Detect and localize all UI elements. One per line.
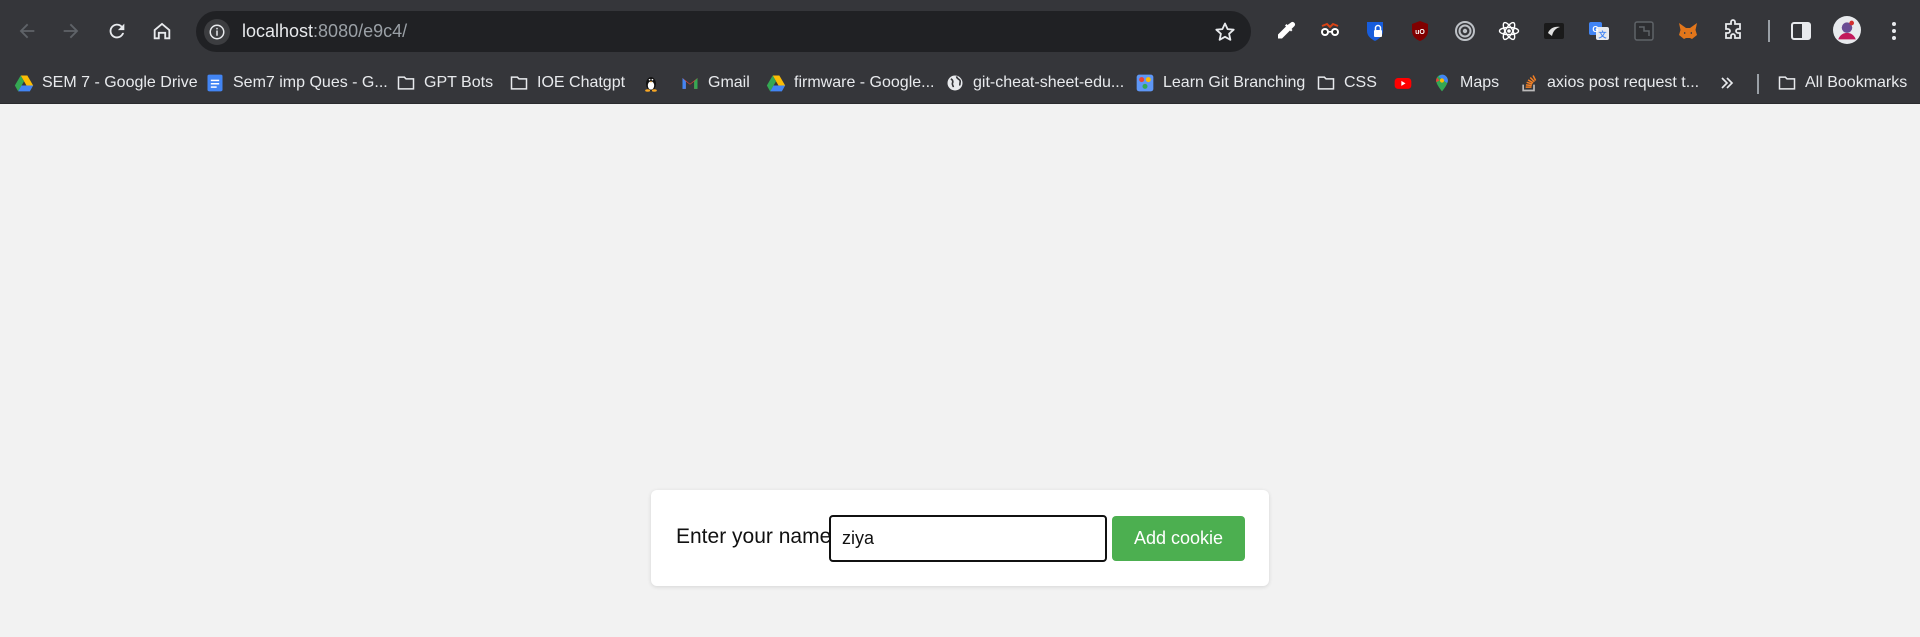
bookmark-axios-post-request[interactable]: axios post request t... — [1519, 70, 1699, 96]
bitwarden-icon — [1367, 22, 1383, 41]
bookmark-label: IOE Chatgpt — [537, 74, 626, 91]
arrow-left-icon — [19, 23, 35, 39]
address-url[interactable]: localhost:8080/e9c4/ — [242, 21, 407, 42]
google-drive-icon — [766, 73, 786, 93]
bookmark-learn-git-branching[interactable]: Learn Git Branching — [1135, 70, 1305, 96]
extensions-menu-button[interactable] — [1719, 17, 1747, 45]
all-bookmarks-button[interactable]: All Bookmarks — [1777, 70, 1907, 96]
svg-text:文: 文 — [1599, 30, 1608, 40]
reload-icon — [109, 23, 125, 39]
stackoverflow-icon — [1519, 73, 1539, 93]
bookmark-label: SEM 7 - Google Drive — [42, 74, 198, 91]
browser-toolbar: localhost:8080/e9c4/ uO G文 — [0, 0, 1920, 63]
translate-icon: G文 — [1589, 22, 1609, 40]
bookmark-label: Maps — [1460, 74, 1500, 91]
bookmark-label: Learn Git Branching — [1163, 74, 1306, 91]
side-panel-icon — [1791, 22, 1811, 40]
side-panel-button[interactable] — [1787, 17, 1815, 45]
extension-bitwarden[interactable] — [1361, 17, 1389, 45]
info-icon — [209, 24, 225, 40]
extensions-puzzle-icon — [1725, 19, 1741, 39]
all-bookmarks-label: All Bookmarks — [1805, 74, 1908, 91]
git-branching-icon — [1135, 73, 1155, 93]
extension-metamask[interactable] — [1674, 17, 1702, 45]
chevron-double-right-icon — [1717, 73, 1737, 93]
bookmark-label: CSS — [1344, 74, 1377, 91]
kebab-menu-icon — [1892, 22, 1896, 40]
address-bar[interactable]: localhost:8080/e9c4/ — [196, 11, 1251, 52]
name-input[interactable] — [829, 515, 1107, 562]
forward-button[interactable] — [53, 13, 89, 49]
bookmark-label: axios post request t... — [1547, 74, 1700, 91]
bookmark-sem7-drive[interactable]: SEM 7 - Google Drive — [14, 70, 198, 96]
site-info-button[interactable] — [204, 19, 230, 45]
extension-ublock[interactable]: uO — [1406, 17, 1434, 45]
toolbar-divider — [1768, 20, 1770, 42]
extension-react-devtools[interactable] — [1495, 17, 1523, 45]
extension-translate[interactable]: G文 — [1585, 17, 1613, 45]
bookmark-youtube[interactable] — [1393, 70, 1421, 96]
glasses-icon — [1321, 22, 1339, 36]
back-button[interactable] — [9, 13, 45, 49]
react-icon — [1498, 21, 1520, 41]
profile-button[interactable] — [1833, 16, 1861, 44]
star-icon[interactable] — [1213, 20, 1237, 44]
bookmarks-divider — [1757, 74, 1759, 94]
bookmark-label: git-cheat-sheet-edu... — [973, 74, 1125, 91]
bookmark-folder-css[interactable]: CSS — [1316, 70, 1377, 96]
home-button[interactable] — [144, 13, 180, 49]
gmail-icon — [680, 73, 700, 93]
globe-icon — [945, 73, 965, 93]
bookmark-label: Gmail — [708, 74, 750, 91]
reload-button[interactable] — [99, 13, 135, 49]
bookmarks-bar: SEM 7 - Google Drive Sem7 imp Ques - G..… — [0, 63, 1920, 104]
arrow-right-icon — [63, 23, 79, 39]
bookmark-firmware-drive[interactable]: firmware - Google... — [766, 70, 934, 96]
extension-glasses[interactable] — [1316, 17, 1344, 45]
google-drive-icon — [14, 73, 34, 93]
bookmark-folder-gpt-bots[interactable]: GPT Bots — [396, 70, 493, 96]
home-icon — [153, 22, 171, 40]
bookmark-sem7-imp-ques[interactable]: Sem7 imp Ques - G... — [205, 70, 388, 96]
google-docs-icon — [205, 73, 225, 93]
folder-icon — [1777, 73, 1797, 93]
bookmark-gmail[interactable]: Gmail — [680, 70, 750, 96]
dark-mode-icon — [1544, 23, 1564, 39]
extension-eyedropper[interactable] — [1271, 17, 1299, 45]
extension-target[interactable] — [1451, 17, 1479, 45]
add-cookie-button[interactable]: Add cookie — [1112, 516, 1245, 561]
folder-icon — [396, 73, 416, 93]
metamask-icon — [1679, 23, 1697, 39]
bookmark-maps[interactable]: Maps — [1432, 70, 1499, 96]
url-path: :8080/e9c4/ — [313, 21, 408, 41]
eyedropper-icon — [1278, 22, 1295, 39]
target-icon — [1455, 21, 1475, 41]
extension-dark-mode[interactable] — [1540, 17, 1568, 45]
bookmark-git-cheat-sheet[interactable]: git-cheat-sheet-edu... — [945, 70, 1124, 96]
cookie-form-card: Enter your name: Add cookie — [651, 490, 1269, 586]
linux-penguin-icon — [641, 73, 661, 93]
bookmark-label: firmware - Google... — [794, 74, 935, 91]
bookmark-label: Sem7 imp Ques - G... — [233, 74, 388, 91]
ublock-icon: uO — [1412, 21, 1428, 41]
extension-puzzle-box[interactable] — [1630, 17, 1658, 45]
bookmark-linux[interactable] — [641, 70, 669, 96]
puzzle-box-icon — [1634, 21, 1654, 41]
youtube-icon — [1393, 73, 1413, 93]
bookmark-label: GPT Bots — [424, 74, 494, 91]
url-host: localhost — [242, 21, 314, 41]
name-label: Enter your name: — [676, 525, 838, 548]
svg-text:uO: uO — [1415, 29, 1425, 36]
browser-menu-button[interactable] — [1880, 17, 1908, 45]
bookmark-folder-ioe-chatgpt[interactable]: IOE Chatgpt — [509, 70, 625, 96]
avatar-icon — [1833, 16, 1861, 44]
google-maps-icon — [1432, 73, 1452, 93]
folder-icon — [1316, 73, 1336, 93]
bookmarks-overflow-button[interactable] — [1717, 70, 1745, 96]
folder-icon — [509, 73, 529, 93]
